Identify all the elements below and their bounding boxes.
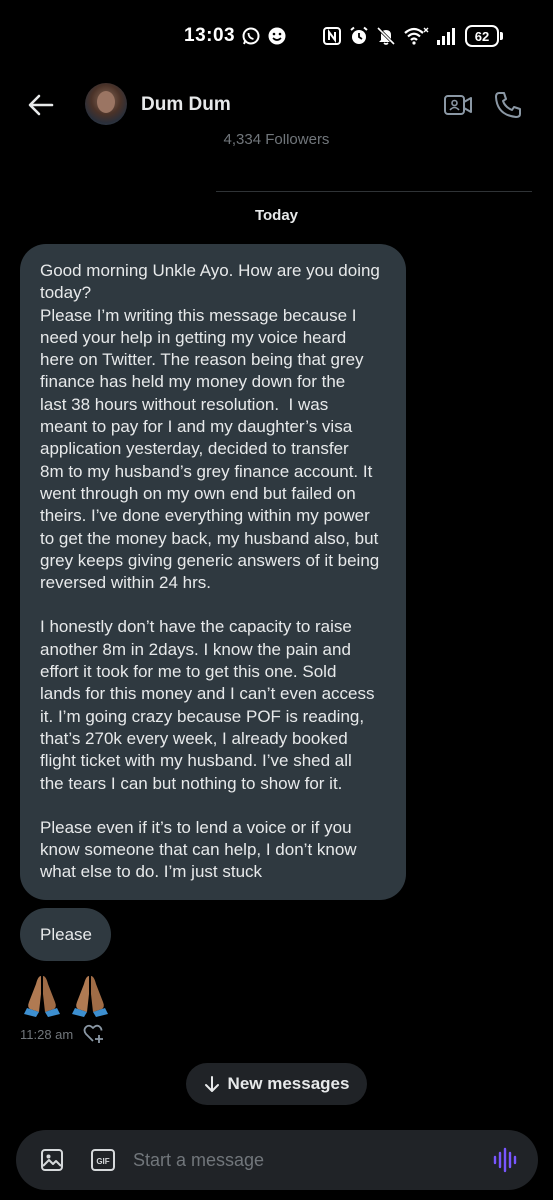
attach-image-button[interactable] (40, 1148, 64, 1172)
whatsapp-icon (241, 26, 261, 46)
contact-avatar[interactable] (85, 83, 127, 125)
message-bubble-main[interactable]: Good morning Unkle Ayo. How are you doin… (20, 244, 406, 900)
battery-icon: 62 (465, 25, 503, 47)
image-icon (41, 1149, 63, 1171)
message-timestamp: 11:28 am (20, 1026, 74, 1042)
battery-level: 62 (465, 25, 499, 47)
back-button[interactable] (24, 88, 58, 122)
emoji-message[interactable] (20, 972, 112, 1018)
message-input[interactable] (133, 1144, 473, 1176)
message-meta: 11:28 am (20, 1024, 105, 1044)
message-paragraph: Good morning Unkle Ayo. How are you doin… (40, 261, 380, 593)
signal-icon (436, 26, 458, 46)
followers-count: 4,334 Followers (0, 134, 553, 150)
message-paragraph: I honestly don’t have the capacity to ra… (40, 617, 375, 793)
wifi-icon (403, 26, 429, 46)
folded-hands-emoji (72, 976, 108, 1017)
arrow-down-icon (204, 1076, 219, 1092)
add-reaction-icon[interactable] (83, 1024, 105, 1044)
video-call-icon (444, 95, 472, 115)
status-bar: 13:03 62 (0, 0, 553, 78)
nfc-icon (322, 26, 342, 46)
new-messages-label: New messages (227, 1074, 350, 1093)
message-paragraph: Please even if it’s to lend a voice or i… (40, 817, 357, 882)
folded-hands-emoji (24, 976, 60, 1017)
gif-label: GIF (96, 1157, 109, 1166)
voice-message-button[interactable] (492, 1147, 518, 1173)
gif-button[interactable]: GIF (91, 1149, 115, 1171)
battery-tip (500, 32, 503, 40)
date-separator: Today (254, 207, 299, 224)
gif-icon: GIF (91, 1149, 115, 1171)
status-left: 13:03 (184, 25, 287, 47)
voice-waveform-icon (493, 1147, 517, 1173)
contact-name[interactable]: Dum Dum (141, 94, 231, 116)
back-arrow-icon (28, 94, 54, 116)
message-composer: GIF (16, 1130, 538, 1190)
emoji-face-icon (267, 26, 287, 46)
status-time: 13:03 (184, 25, 236, 46)
phone-call-button[interactable] (493, 90, 523, 120)
alarm-icon (349, 26, 369, 46)
header-divider (216, 191, 532, 192)
new-messages-button[interactable]: New messages (186, 1063, 367, 1105)
followers-text: 4,334 Followers (223, 134, 330, 148)
video-call-button[interactable] (443, 91, 473, 119)
status-right: 62 (322, 25, 503, 47)
phone-call-icon (495, 92, 521, 118)
mute-icon (376, 26, 396, 46)
chat-header: Dum Dum (0, 78, 553, 138)
message-bubble-please[interactable]: Please (20, 908, 111, 961)
